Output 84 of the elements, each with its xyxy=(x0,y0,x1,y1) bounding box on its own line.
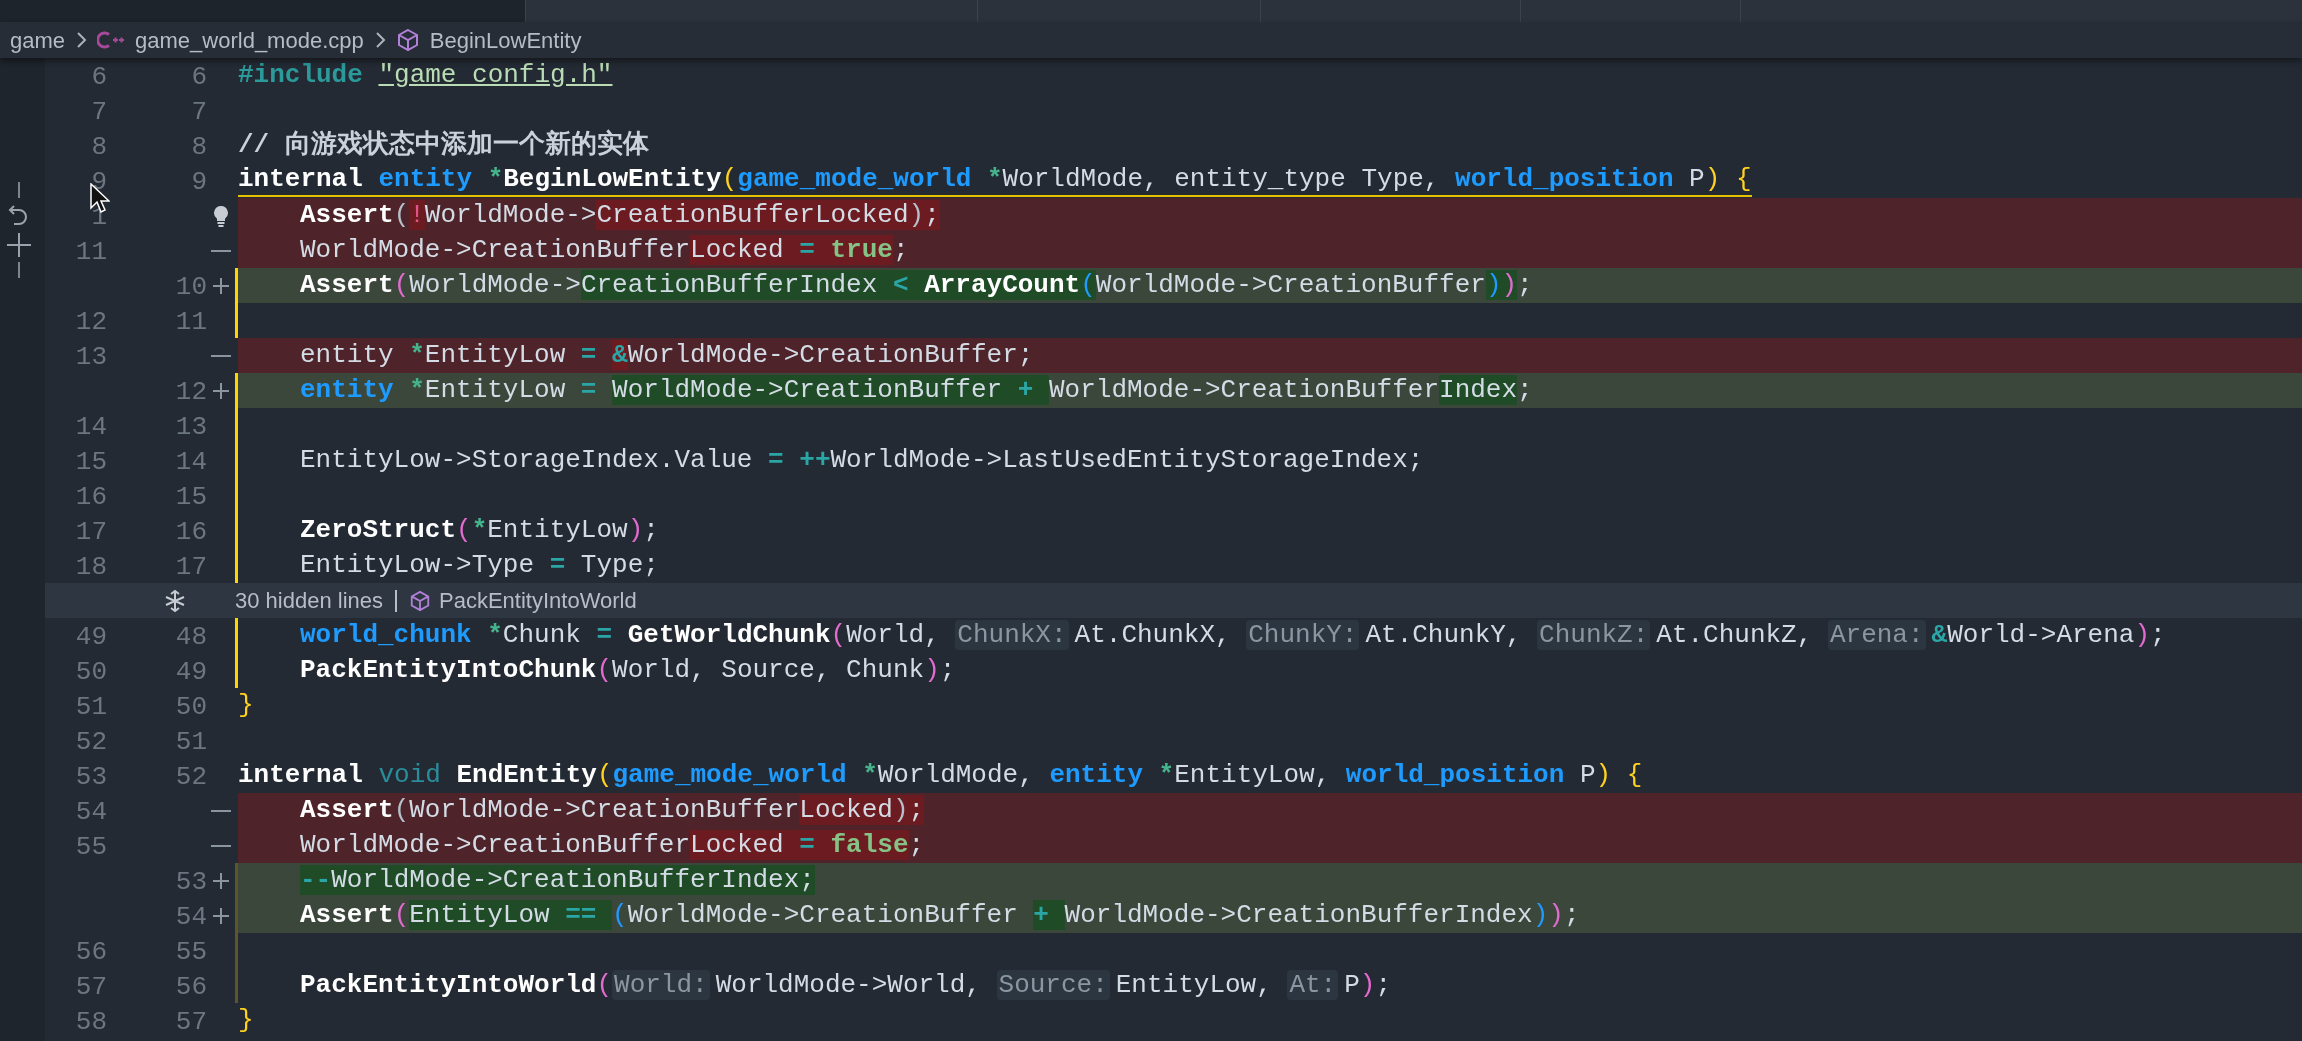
line-number: 13 xyxy=(175,412,207,442)
code-line: Assert(EntityLow == (WorldMode->CreationBuffer + WorldMode->CreationBufferIndex)); xyxy=(300,899,1580,932)
line-number: 57 xyxy=(175,1007,207,1037)
line-number: 48 xyxy=(175,622,207,652)
plus-icon xyxy=(212,871,230,890)
unfold-icon[interactable] xyxy=(163,588,187,613)
breadcrumb-item[interactable]: game xyxy=(10,23,66,57)
line-number: 51 xyxy=(75,692,107,722)
hidden-lines-bar[interactable]: 30 hidden lines PackEntityIntoWorld xyxy=(45,583,2302,618)
line-number: 50 xyxy=(75,657,107,687)
breadcrumb-item[interactable]: game_world_mode.cpp xyxy=(135,23,364,57)
line-number: 8 xyxy=(191,132,207,162)
cpp-file-icon xyxy=(97,30,126,50)
hidden-lines-label[interactable]: 30 hidden lines xyxy=(235,584,383,617)
code-line: --WorldMode->CreationBufferIndex; xyxy=(300,864,815,897)
line-number: 7 xyxy=(191,97,207,127)
line-number: 56 xyxy=(175,972,207,1002)
line-number: 58 xyxy=(75,1007,107,1037)
line-number: 56 xyxy=(75,937,107,967)
code-line: } xyxy=(238,689,254,722)
line-number: 9 xyxy=(91,167,107,197)
line-number: 11 xyxy=(75,237,107,267)
code-line: ZeroStruct(*EntityLow); xyxy=(300,514,659,547)
line-number: 52 xyxy=(175,762,207,792)
line-number: 12 xyxy=(175,377,207,407)
line-number: 11 xyxy=(175,307,207,337)
line-number: 10 xyxy=(175,272,207,302)
code-line: } xyxy=(238,1004,254,1037)
plus-icon xyxy=(212,906,230,925)
line-number: 57 xyxy=(75,972,107,1002)
code-line: WorldMode->CreationBufferLocked = true; xyxy=(300,234,909,267)
lightbulb-icon[interactable] xyxy=(213,204,229,227)
line-number: 8 xyxy=(91,132,107,162)
code-line: world_chunk *Chunk = GetWorldChunk(World, ChunkX: At.ChunkX, ChunkY: At.ChunkY, ChunkZ: At.ChunkZ, Arena: &World->Arena); xyxy=(300,619,2166,652)
code-line: // 向游戏状态中添加一个新的实体 xyxy=(238,128,649,162)
code-line: #include "game_config.h" xyxy=(238,59,613,92)
line-number: 49 xyxy=(75,622,107,652)
line-number: 18 xyxy=(75,552,107,582)
cube-icon xyxy=(395,28,420,52)
code-line: entity *EntityLow = &WorldMode->CreationBuffer; xyxy=(300,339,1034,372)
line-number: 13 xyxy=(75,342,107,372)
line-number: 53 xyxy=(75,762,107,792)
line-number: 52 xyxy=(75,727,107,757)
plus-icon xyxy=(212,276,230,295)
line-number: 7 xyxy=(91,97,107,127)
code-line: WorldMode->CreationBufferLocked = false; xyxy=(300,829,925,862)
code-line: EntityLow->Type = Type; xyxy=(300,549,659,582)
line-number: 49 xyxy=(175,657,207,687)
line-number: 6 xyxy=(91,62,107,92)
line-number: 14 xyxy=(175,447,207,477)
code-line: PackEntityIntoWorld(World: WorldMode->World, Source: EntityLow, At: P); xyxy=(300,969,1392,1002)
line-number: 6 xyxy=(191,62,207,92)
plus-icon[interactable] xyxy=(6,232,32,258)
line-number: 55 xyxy=(75,832,107,862)
code-line: PackEntityIntoChunk(World, Source, Chunk); xyxy=(300,654,956,687)
line-number: 16 xyxy=(175,517,207,547)
line-number: 54 xyxy=(175,902,207,932)
cube-icon xyxy=(409,589,431,612)
line-number: 16 xyxy=(75,482,107,512)
line-number: 15 xyxy=(75,447,107,477)
symbol-name[interactable]: PackEntityIntoWorld xyxy=(439,584,637,617)
code-line: Assert(WorldMode->CreationBufferLocked); xyxy=(300,794,925,827)
line-number: 17 xyxy=(175,552,207,582)
chevron-icon xyxy=(75,30,88,50)
plus-icon xyxy=(212,381,230,400)
code-line: internal void EndEntity(game_mode_world *WorldMode, entity *EntityLow, world_position P) { xyxy=(238,759,1643,792)
breadcrumb-item[interactable]: BeginLowEntity xyxy=(429,23,582,57)
line-number: 51 xyxy=(175,727,207,757)
line-number: 54 xyxy=(75,797,107,827)
line-number: 9 xyxy=(191,167,207,197)
code-line: Assert(WorldMode->CreationBufferIndex < ArrayCount(WorldMode->CreationBuffer)); xyxy=(300,269,1533,302)
code-line: Assert(!WorldMode->CreationBufferLocked); xyxy=(300,199,940,232)
line-number: 50 xyxy=(175,692,207,722)
line-number: 14 xyxy=(75,412,107,442)
chevron-icon xyxy=(373,30,386,50)
code-line: entity *EntityLow = WorldMode->CreationBuffer + WorldMode->CreationBufferIndex; xyxy=(300,374,1533,407)
line-number: 12 xyxy=(75,307,107,337)
undo-icon[interactable] xyxy=(8,202,30,228)
line-number: 15 xyxy=(175,482,207,512)
editor-tab[interactable] xyxy=(525,0,977,22)
line-number: 17 xyxy=(75,517,107,547)
line-number: 55 xyxy=(175,937,207,967)
line-number: 53 xyxy=(175,867,207,897)
code-line: EntityLow->StorageIndex.Value = ++WorldMode->LastUsedEntityStorageIndex; xyxy=(300,444,1424,477)
